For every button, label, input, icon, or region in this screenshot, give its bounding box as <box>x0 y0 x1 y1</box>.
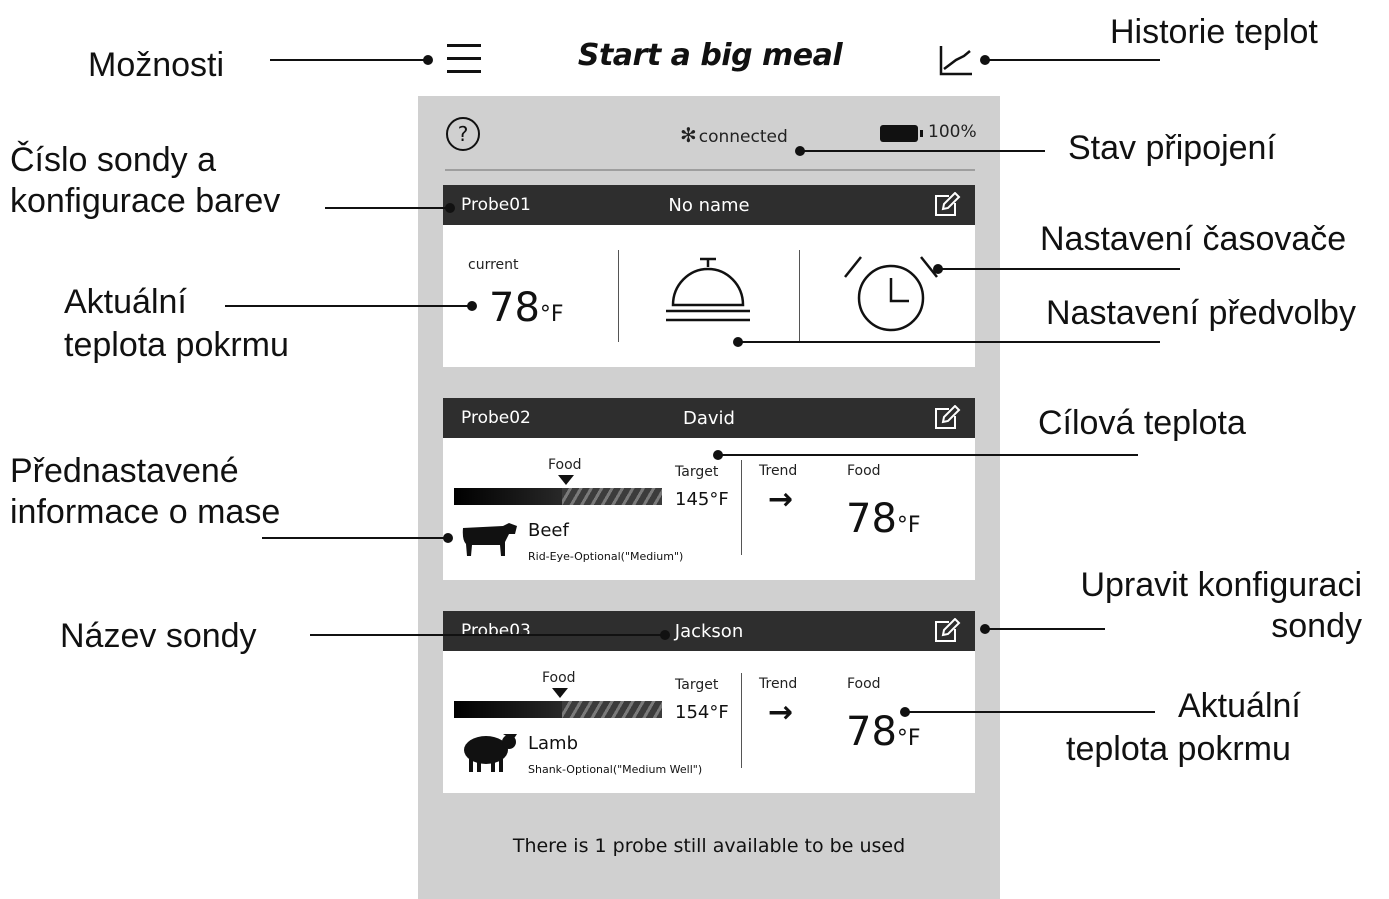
meat-type: Beef <box>528 520 569 541</box>
alarm-clock-icon[interactable] <box>841 251 941 335</box>
sheep-icon <box>464 734 517 772</box>
food-label: Food <box>542 670 576 686</box>
probe-card-1[interactable]: Probe01 No name current 78°F <box>443 185 975 367</box>
callout-edit-config-1: Upravit konfiguraci <box>1080 566 1362 604</box>
food-marker <box>558 475 574 485</box>
target-temp[interactable]: 154°F <box>675 702 729 723</box>
callout-connection-status: Stav připojení <box>1068 129 1276 167</box>
trend-arrow: → <box>768 695 794 730</box>
bluetooth-icon: ✻ <box>680 123 697 147</box>
callout-preset-settings: Nastavení předvolby <box>1046 294 1356 332</box>
probe-card-2[interactable]: Probe02 David Food Target 145°F Trend → … <box>443 398 975 580</box>
callout-probe-number-1: Číslo sondy a <box>10 141 216 179</box>
callout-current-temp-2a: Aktuální <box>1178 687 1301 725</box>
meat-type: Lamb <box>528 733 579 754</box>
divider <box>741 460 742 555</box>
probes-available-message: There is 1 probe still available to be u… <box>512 835 906 857</box>
food-temp: 78 <box>846 709 897 755</box>
status-divider <box>445 169 975 171</box>
line-chart-icon[interactable] <box>938 44 974 78</box>
divider <box>741 673 742 768</box>
divider <box>618 250 619 342</box>
serving-bell-icon[interactable] <box>663 255 753 325</box>
doneness-bar <box>454 488 662 505</box>
connection-text: connected <box>698 127 788 147</box>
food-label: Food <box>548 457 582 473</box>
target-label: Target <box>675 464 719 480</box>
callout-probe-number-2: konfigurace barev <box>10 182 281 220</box>
doneness-bar <box>454 701 662 718</box>
callout-options: Možnosti <box>88 46 225 84</box>
current-temp: 78 <box>489 285 540 331</box>
probe-name: David <box>683 408 735 429</box>
callout-target-temp: Cílová teplota <box>1038 404 1246 442</box>
probe-name: Jackson <box>674 621 744 642</box>
meat-cut: Shank-Optional("Medium Well") <box>528 763 703 776</box>
target-temp[interactable]: 145°F <box>675 489 729 510</box>
hamburger-menu-icon[interactable] <box>445 42 483 76</box>
edit-icon[interactable] <box>933 192 961 218</box>
temp-unit: °F <box>539 302 564 327</box>
probe-header-3: Probe03 Jackson <box>443 611 975 651</box>
callout-temp-history: Historie teplot <box>1110 13 1318 51</box>
temp-unit: °F <box>896 726 921 751</box>
callout-current-temp-1a: Aktuální <box>64 283 187 321</box>
trend-label: Trend <box>759 463 798 479</box>
edit-icon[interactable] <box>933 618 961 644</box>
food-temp-display: 78°F <box>846 496 921 542</box>
food-temp-label: Food <box>847 676 881 692</box>
callout-meat-info-1: Přednastavené <box>10 452 239 490</box>
temp-unit: °F <box>896 513 921 538</box>
cow-icon <box>462 523 517 556</box>
food-temp-display: 78°F <box>846 709 921 755</box>
battery-level: 100% <box>928 122 977 142</box>
edit-icon[interactable] <box>933 405 961 431</box>
probe-card-3[interactable]: Probe03 Jackson Food Target 154°F Trend … <box>443 611 975 793</box>
food-temp-label: Food <box>847 463 881 479</box>
probe-name: No name <box>668 195 750 216</box>
food-marker <box>552 688 568 698</box>
question-circle-icon[interactable]: ? <box>445 116 481 152</box>
callout-edit-config-2: sondy <box>1271 607 1362 645</box>
page-title: Start a big meal <box>577 38 843 73</box>
food-temp: 78 <box>846 496 897 542</box>
callout-probe-name: Název sondy <box>60 617 257 655</box>
connection-status: ✻ connected <box>680 123 788 147</box>
probe-header-2: Probe02 David <box>443 398 975 438</box>
callout-timer-settings: Nastavení časovače <box>1040 220 1347 258</box>
callout-current-temp-2b: teplota pokrmu <box>1066 730 1291 768</box>
trend-arrow: → <box>768 482 794 517</box>
current-label: current <box>468 257 519 273</box>
meat-cut: Rid-Eye-Optional("Medium") <box>528 550 684 563</box>
callout-meat-info-2: informace o mase <box>10 493 281 531</box>
svg-text:?: ? <box>458 122 469 146</box>
probe-header-1: Probe01 No name <box>443 185 975 225</box>
battery-icon <box>880 125 923 142</box>
callout-current-temp-1b: teplota pokrmu <box>64 326 289 364</box>
divider <box>799 250 800 342</box>
target-label: Target <box>675 677 719 693</box>
current-temp-display: 78°F <box>489 285 564 331</box>
trend-label: Trend <box>759 676 798 692</box>
